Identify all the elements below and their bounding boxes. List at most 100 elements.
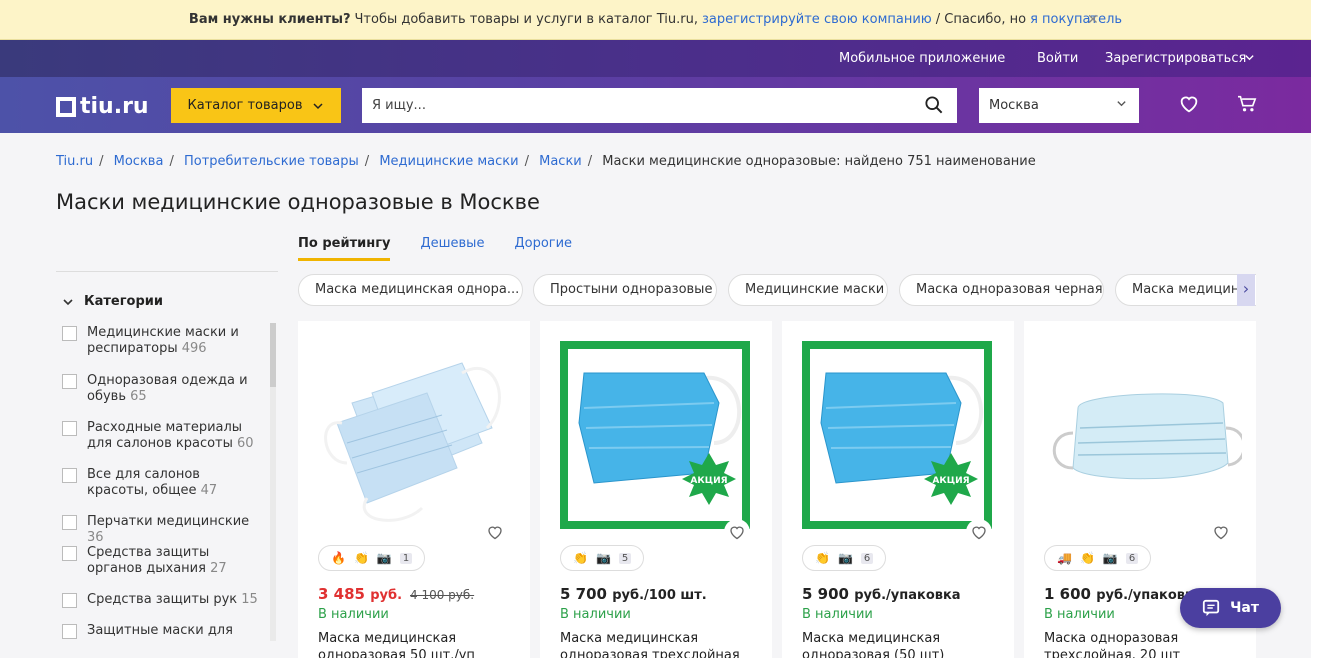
- product-title[interactable]: Маска медицинская одноразовая трехслойна…: [560, 630, 760, 658]
- tab-cheap[interactable]: Дешевые: [420, 236, 484, 261]
- category-count: 27: [210, 561, 227, 576]
- stock-status: В наличии: [802, 607, 873, 622]
- chip[interactable]: Маска одноразовая черная: [899, 274, 1104, 306]
- checkbox[interactable]: [62, 326, 77, 341]
- price-value: 5 900: [802, 585, 849, 603]
- product-badges: 👏 📷 5: [560, 545, 645, 571]
- notice-bar: Вам нужны клиенты? Чтобы добавить товары…: [0, 0, 1311, 40]
- product-title[interactable]: Маска медицинская одноразовая 50 шт./уп: [318, 630, 518, 658]
- mobile-app-link[interactable]: Мобильное приложение: [839, 51, 1005, 66]
- sidebar-scrollbar[interactable]: [270, 323, 276, 641]
- chat-button[interactable]: Чат: [1180, 588, 1281, 628]
- product-badges: 👏 📷 6: [802, 545, 887, 571]
- chip[interactable]: Медицинские маски: [728, 274, 888, 306]
- cart-icon[interactable]: [1237, 95, 1257, 117]
- catalog-label: Каталог товаров: [187, 98, 303, 113]
- search-icon[interactable]: [925, 96, 943, 118]
- checkbox[interactable]: [62, 421, 77, 436]
- checkbox[interactable]: [62, 468, 77, 483]
- chip[interactable]: Маска медицин: [1115, 274, 1256, 306]
- chevron-right-icon[interactable]: ›: [1237, 274, 1255, 306]
- breadcrumb: Tiu.ru / Москва / Потребительские товары / …: [56, 154, 1036, 169]
- chip[interactable]: Маска медицинская однора...: [298, 274, 523, 306]
- categories-header[interactable]: Категории: [62, 294, 163, 309]
- checkbox[interactable]: [62, 593, 77, 608]
- search-input[interactable]: [362, 88, 902, 123]
- checkbox[interactable]: [62, 546, 77, 561]
- header: tiu.ru Каталог товаров Москва: [0, 77, 1311, 133]
- logo[interactable]: tiu.ru: [56, 94, 149, 119]
- chevron-down-icon: [1116, 88, 1127, 123]
- search-box: [362, 88, 957, 123]
- product-card[interactable]: 🔥 👏 📷 1 3 485 руб. 4 100 руб. В наличии Ма…: [298, 321, 530, 658]
- price-value: 1 600: [1044, 585, 1091, 603]
- product-image[interactable]: [312, 333, 516, 533]
- breadcrumb-item[interactable]: Медицинские маски: [379, 154, 518, 169]
- photo-count: 6: [860, 552, 874, 564]
- filter-chips: Маска медицинская однора... Простыни одн…: [298, 274, 1256, 306]
- category-label: Перчатки медицинские: [87, 514, 250, 529]
- product-image[interactable]: АКЦИЯ: [796, 333, 1000, 533]
- catalog-button[interactable]: Каталог товаров: [171, 88, 341, 123]
- category-count: 496: [181, 341, 207, 356]
- product-title[interactable]: Маска одноразовая трехслойная, 20 шт упа…: [1044, 630, 1244, 658]
- price-value: 5 700: [560, 585, 607, 603]
- sidebar-divider: [56, 271, 278, 272]
- heart-icon[interactable]: [724, 519, 750, 545]
- product-title[interactable]: Маска медицинская одноразовая (50 шт): [802, 630, 1002, 658]
- city-select[interactable]: Москва: [979, 88, 1139, 123]
- close-icon[interactable]: ✕: [1087, 12, 1099, 28]
- product-image[interactable]: АКЦИЯ: [554, 333, 758, 533]
- category-label: Защитные маски для: [87, 623, 233, 638]
- chat-label: Чат: [1230, 600, 1259, 616]
- product-card[interactable]: АКЦИЯ 👏 📷 5 5 700 руб./100 шт. В наличии …: [540, 321, 772, 658]
- heart-icon[interactable]: [1179, 95, 1199, 117]
- category-item[interactable]: Средства защиты органов дыхания 27: [62, 545, 262, 577]
- category-item[interactable]: Расходные материалы для салонов красоты …: [62, 420, 262, 452]
- camera-icon: 📷: [595, 551, 611, 565]
- breadcrumb-item[interactable]: Москва: [114, 154, 164, 169]
- register-company-link[interactable]: зарегистрируйте свою компанию: [702, 12, 932, 27]
- breadcrumb-item[interactable]: Потребительские товары: [184, 154, 359, 169]
- tab-expensive[interactable]: Дорогие: [514, 236, 572, 261]
- checkbox[interactable]: [62, 374, 77, 389]
- heart-icon[interactable]: [1208, 519, 1234, 545]
- tab-by-rating[interactable]: По рейтингу: [298, 236, 391, 261]
- category-count: 47: [200, 483, 218, 498]
- checkbox[interactable]: [62, 515, 77, 530]
- sort-tabs: По рейтингу Дешевые Дорогие: [298, 236, 572, 261]
- login-link[interactable]: Войти: [1037, 51, 1078, 66]
- category-item[interactable]: Перчатки медицинские 36: [62, 514, 262, 546]
- chip[interactable]: Простыни одноразовые: [533, 274, 717, 306]
- register-link[interactable]: Зарегистрироваться: [1105, 51, 1246, 66]
- notice-bold: Вам нужны клиенты?: [188, 12, 351, 27]
- category-item[interactable]: Все для салонов красоты, общее 47: [62, 467, 262, 499]
- heart-icon[interactable]: [966, 519, 992, 545]
- i-am-buyer-link[interactable]: я покупатель: [1030, 12, 1122, 27]
- heart-icon[interactable]: [482, 519, 508, 545]
- category-label: Средства защиты органов дыхания: [87, 545, 210, 576]
- logo-square-icon: [56, 96, 76, 117]
- top-bar: Мобильное приложение Войти Зарегистриров…: [0, 40, 1311, 77]
- hands-icon: 👏: [1079, 551, 1095, 565]
- scroll-thumb[interactable]: [270, 323, 276, 387]
- chevron-down-icon: [313, 102, 324, 109]
- camera-icon: 📷: [837, 551, 853, 565]
- category-item[interactable]: Одноразовая одежда и обувь 65: [62, 373, 262, 405]
- product-card[interactable]: АКЦИЯ 👏 📷 6 5 900 руб./упаковка В наличии…: [782, 321, 1014, 658]
- promo-label: АКЦИЯ: [932, 476, 969, 486]
- truck-icon: 🚚: [1057, 551, 1072, 565]
- checkbox[interactable]: [62, 624, 77, 639]
- category-item[interactable]: Защитные маски для: [62, 623, 262, 639]
- chat-icon: [1202, 599, 1220, 617]
- product-image[interactable]: [1038, 333, 1242, 533]
- breadcrumb-item[interactable]: Маски: [539, 154, 582, 169]
- camera-icon: 📷: [376, 551, 392, 565]
- chevron-down-icon[interactable]: [1244, 52, 1255, 67]
- breadcrumb-item[interactable]: Tiu.ru: [56, 154, 93, 169]
- category-item[interactable]: Медицинские маски и респираторы 496: [62, 325, 262, 357]
- page-scrollbar[interactable]: [1311, 0, 1326, 658]
- page-title: Маски медицинские одноразовые в Москве: [56, 190, 540, 214]
- breadcrumb-current: Маски медицинские одноразовые: найдено 7…: [602, 154, 1036, 169]
- category-item[interactable]: Средства защиты рук 15: [62, 592, 262, 608]
